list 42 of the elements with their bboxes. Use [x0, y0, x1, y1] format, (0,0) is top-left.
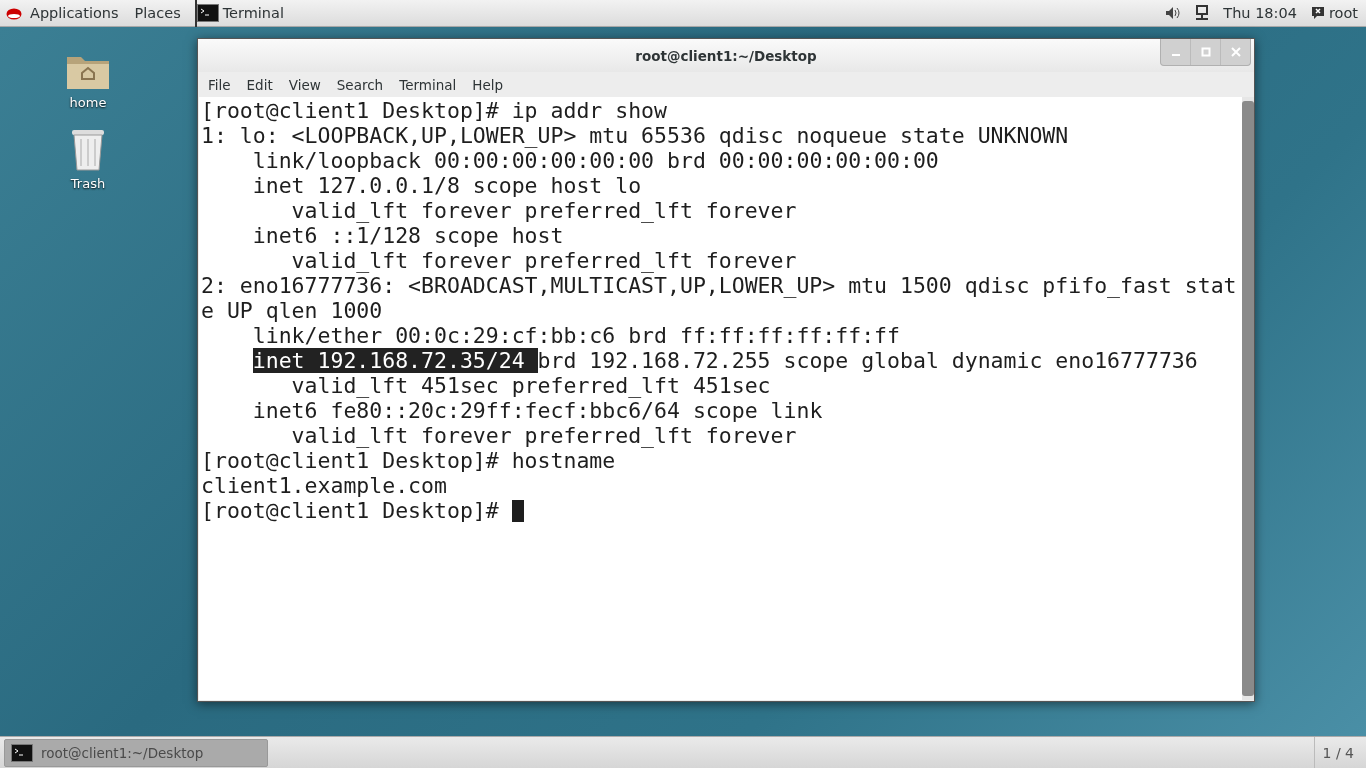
- terminal-text: inet6 fe80::20c:29ff:fecf:bbc6/64 scope link: [252, 398, 823, 423]
- terminal-icon: [11, 743, 33, 762]
- window-title: root@client1:~/Desktop: [635, 47, 817, 64]
- terminal-text: inet6 ::1/128 scope host: [252, 223, 564, 248]
- menu-item[interactable]: Help: [464, 76, 512, 93]
- menu-item[interactable]: Search: [328, 76, 392, 93]
- terminal-text: inet 127.0.0.1/8 scope host lo: [252, 173, 642, 198]
- top-menu[interactable]: Applications: [22, 3, 127, 23]
- active-app-menu[interactable]: Terminal: [222, 5, 284, 21]
- terminal-text: valid_lft forever preferred_lft forever: [291, 423, 797, 448]
- terminal-text: [root@client1 Desktop]# ip addr show: [201, 98, 667, 123]
- menu-item[interactable]: Terminal: [391, 76, 465, 93]
- terminal-text: link/loopback 00:00:00:00:00:00 brd 00:00:00:00:00:00: [252, 148, 939, 173]
- terminal-text: valid_lft forever preferred_lft forever: [291, 198, 797, 223]
- terminal-text: 1: lo: <LOOPBACK,UP,LOWER_UP> mtu 65536 qdisc noqueue state UNKNOWN: [201, 123, 1069, 148]
- clock[interactable]: Thu 18:04: [1223, 5, 1297, 21]
- terminal-text: 2: eno16777736: <BROADCAST,MULTICAST,UP,LOWER_UP> mtu 1500 qdisc pfifo_fast stat: [201, 273, 1237, 298]
- terminal-icon: [196, 4, 219, 22]
- user-menu[interactable]: root: [1328, 5, 1358, 21]
- terminal-text: e UP qlen 1000: [201, 298, 383, 323]
- chat-icon[interactable]: [1310, 6, 1325, 20]
- menu-item[interactable]: File: [200, 76, 239, 93]
- desktop-icon-label[interactable]: Trash: [70, 176, 106, 191]
- top-menu[interactable]: Places: [126, 3, 189, 23]
- taskbar-item[interactable]: root@client1:~/Desktop: [4, 738, 268, 767]
- network-icon[interactable]: [1195, 5, 1210, 21]
- terminal-text: client1.example.com: [201, 473, 447, 498]
- terminal-text: valid_lft 451sec preferred_lft 451sec: [291, 373, 771, 398]
- terminal-text: link/ether 00:0c:29:cf:bb:c6 brd ff:ff:ff:ff:ff:ff: [252, 323, 900, 348]
- redhat-logo-icon[interactable]: [6, 6, 22, 20]
- terminal-text: brd 192.168.72.255 scope global dynamic eno16777736: [537, 348, 1198, 373]
- terminal-text: [root@client1 Desktop]#: [201, 498, 500, 523]
- volume-icon[interactable]: [1165, 6, 1182, 20]
- text-cursor: [511, 500, 524, 522]
- scrollbar-thumb[interactable]: [1242, 101, 1254, 696]
- workspace-indicator[interactable]: 1 / 4: [1313, 736, 1362, 768]
- menu-item[interactable]: View: [280, 76, 329, 93]
- desktop-icon-label[interactable]: home: [69, 95, 107, 110]
- terminal-text: [root@client1 Desktop]# hostname: [201, 448, 616, 473]
- selected-text: inet 192.168.72.35/24: [252, 348, 538, 373]
- terminal-text: valid_lft forever preferred_lft forever: [291, 248, 797, 273]
- menu-item[interactable]: Edit: [238, 76, 281, 93]
